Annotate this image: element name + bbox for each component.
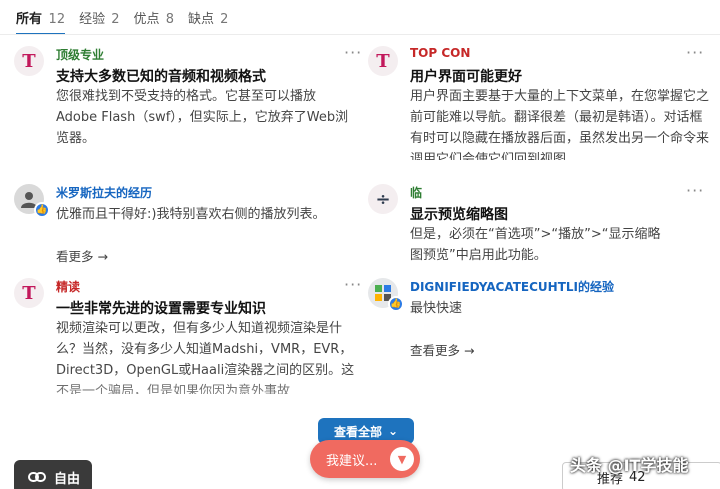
card-title: 显示预览缩略图 [410,207,508,223]
tab-cons[interactable]: 缺点 2 [188,8,228,35]
watermark: 头条 @IT学技能 [570,456,689,475]
card-source[interactable]: 精读 [56,278,80,295]
card-title: 支持大多数已知的音频和视频格式 [56,69,266,85]
tab-label: 经验 [79,12,106,27]
card-body: 最快快速 [410,301,463,316]
link-icon [28,472,46,482]
review-card-pro-thumbnails: ÷ 临 ··· 显示预览缩略图 但是，必须在“首选项”>“播放”>“显示缩略图预… [368,181,712,264]
avatar: ÷ [368,184,398,214]
avatar: T [14,278,44,308]
brand-logo-icon: T [22,282,36,304]
card-title: 一些非常先进的设置需要专业知识 [56,301,266,317]
like-badge-icon: 👍 [388,296,404,312]
chevron-down-icon: ⌄ [387,424,399,438]
chevron-down-icon: ▼ [390,447,414,471]
review-card-con-ui: T TOP CON ··· 用户界面可能更好 用户界面主要基于大量的上下文菜单，… [368,43,712,162]
see-more-link[interactable]: 看更多 → [56,246,108,265]
card-title: 用户界面可能更好 [410,69,522,85]
suggest-button[interactable]: 我建议... ▼ [310,440,420,478]
brand-logo-icon: T [376,50,390,72]
experience-card-dignified: 👍 DIGNIFIEDYACATECUHTLI的经验 最快快速 查看更多 → [368,278,712,362]
tab-label: 优点 [133,12,160,27]
review-card-pro-formats: T 顶级专业 ··· 支持大多数已知的音频和视频格式 您很难找到不受支持的格式。… [14,43,361,156]
card-body: 用户界面主要基于大量的上下文菜单，在您掌握它之前可能难以导航。翻译很差（最初是韩… [410,89,710,160]
card-source[interactable]: 米罗斯拉夫的经历 [56,184,152,201]
more-options-icon[interactable]: ··· [344,275,362,294]
user-avatar: 👍 [368,278,404,312]
tab-pros[interactable]: 优点 8 [134,8,174,35]
user-avatar: 👍 [14,184,50,218]
like-badge-icon: 👍 [34,202,50,218]
free-button[interactable]: 自由 [14,460,92,489]
card-source[interactable]: TOP CON [410,46,470,60]
card-body: 优雅而且干得好:)我特别喜欢右侧的播放列表。 [56,207,326,222]
tab-experience[interactable]: 经验 2 [79,8,119,35]
more-options-icon[interactable]: ··· [686,181,704,200]
card-body: 但是，必须在“首选项”>“播放”>“显示缩略图预览”中启用此功能。 [410,227,661,263]
filter-tabs: 所有 12 经验 2 优点 8 缺点 2 [16,8,228,35]
tab-count: 2 [220,12,229,27]
card-source[interactable]: DIGNIFIEDYACATECUHTLI的经验 [410,278,614,295]
brand-logo-icon: T [22,50,36,72]
view-all-label: 查看全部 [333,424,382,439]
tab-all[interactable]: 所有 12 [16,8,66,35]
tab-label: 缺点 [187,12,214,27]
see-more-link[interactable]: 查看更多 → [410,340,474,359]
card-body: 您很难找到不受支持的格式。它甚至可以播放Adobe Flash（swf），但实际… [56,89,349,146]
free-label: 自由 [54,471,81,487]
more-options-icon[interactable]: ··· [686,43,704,62]
tab-count: 2 [111,12,120,27]
brand-logo-icon: ÷ [375,188,391,210]
more-options-icon[interactable]: ··· [344,43,362,62]
tab-count: 8 [165,12,174,27]
tab-count: 12 [48,12,66,27]
avatar: T [368,46,398,76]
avatar: T [14,46,44,76]
tabs-divider [0,34,720,35]
card-source[interactable]: 顶级专业 [56,46,104,63]
card-source[interactable]: 临 [410,184,422,201]
experience-card-miroslav: 👍 米罗斯拉夫的经历 优雅而且干得好:)我特别喜欢右侧的播放列表。 看更多 → [14,184,358,264]
suggest-label: 我建议... [326,453,378,469]
tab-label: 所有 [16,12,43,27]
